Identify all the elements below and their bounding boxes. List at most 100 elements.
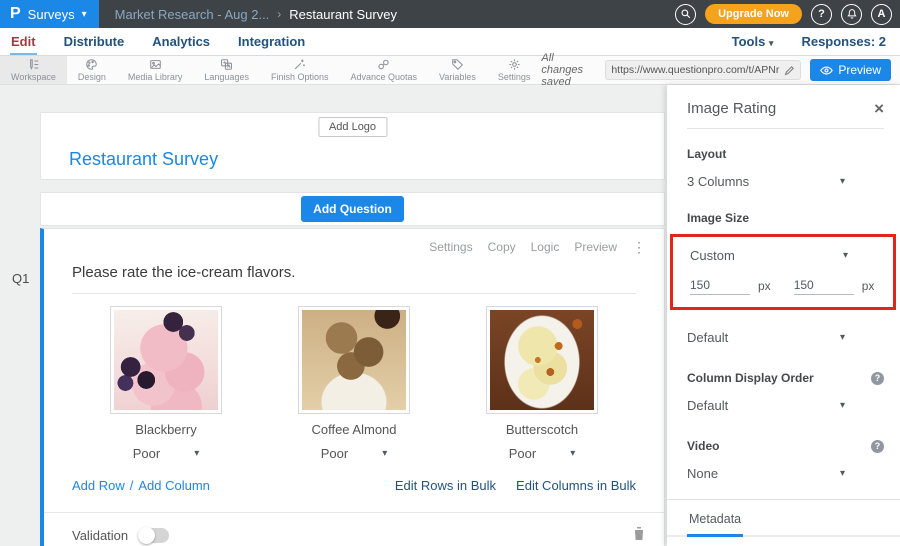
upgrade-now-button[interactable]: Upgrade Now [705,4,802,24]
question-card: Settings Copy Logic Preview ⋮ Please rat… [40,228,665,546]
flavor-label: Coffee Almond [311,422,396,437]
question-footer: Validation [44,512,664,546]
palette-icon [85,58,98,71]
workspace-icon [27,58,40,71]
tab-analytics[interactable]: Analytics [151,29,211,55]
chevron-down-icon: ▾ [840,176,845,187]
responses-count[interactable]: Responses: 2 [801,34,886,49]
toolbar-item-label: Media Library [128,72,183,82]
toolbar-item-languages[interactable]: Languages [193,56,260,84]
toolbar-item-media-library[interactable]: Media Library [117,56,194,84]
flavor-image-coffee-almond[interactable] [298,306,410,414]
secondary-dropdown[interactable]: Default ▾ [687,330,845,345]
breadcrumb-folder[interactable]: Market Research - Aug 2... [115,7,270,22]
gear-icon [508,58,521,71]
tag-icon [451,58,464,71]
add-row-link[interactable]: Add Row [72,478,125,493]
image-size-inputs: 150 px 150 px [690,278,881,295]
preview-button[interactable]: Preview [810,59,891,81]
validation-toggle[interactable] [138,528,169,543]
bulk-edit-links: Edit Rows in Bulk Edit Columns in Bulk [395,478,636,493]
layout-value: 3 Columns [687,174,749,189]
toolbar-item-finish-options[interactable]: Finish Options [260,56,340,84]
survey-url: https://www.questionpro.com/t/APNrFZ [611,64,780,76]
breadcrumb-survey[interactable]: Restaurant Survey [289,7,397,22]
panel-title: Image Rating [687,100,776,117]
delete-question-button[interactable] [632,525,646,546]
survey-url-input[interactable]: https://www.questionpro.com/t/APNrFZ [605,60,801,80]
blackberry-ice-cream-image [114,310,218,410]
column-display-order-value: Default [687,398,728,413]
workspace: Q1 Add Logo Restaurant Survey Add Questi… [0,85,900,546]
toolbar-item-label: Design [78,72,106,82]
flavor-column-butterscotch: Butterscotch Poor ▾ [448,306,636,461]
add-logo-button[interactable]: Add Logo [318,117,387,137]
column-display-order-dropdown[interactable]: Default ▾ [687,398,845,413]
tab-distribute[interactable]: Distribute [63,29,126,55]
image-size-mode-value: Custom [690,248,735,263]
toolbar-item-workspace[interactable]: Workspace [0,56,67,84]
add-column-link[interactable]: Add Column [138,478,210,493]
edit-columns-bulk-link[interactable]: Edit Columns in Bulk [516,478,636,493]
pencil-icon [784,65,795,76]
toolbar-item-variables[interactable]: Variables [428,56,487,84]
row-column-links: Add Row / Add Column Edit Rows in Bulk E… [44,461,664,493]
toolbar-item-settings[interactable]: Settings [487,56,542,84]
image-height-input[interactable]: 150 [794,278,854,295]
notifications-button[interactable] [841,4,862,25]
flavor-image-blackberry[interactable] [110,306,222,414]
tab-integration[interactable]: Integration [237,29,306,55]
tools-menu[interactable]: Tools ▾ [732,34,774,49]
rating-dropdown-coffee-almond[interactable]: Poor ▾ [321,446,388,461]
wand-icon [293,58,306,71]
question-actions: Settings Copy Logic Preview ⋮ [44,229,664,254]
editor-toolbar: Workspace Design Media Library Languages… [0,56,900,85]
layout-dropdown[interactable]: 3 Columns ▾ [687,174,845,189]
top-header-bar: P Surveys ▾ Market Research - Aug 2... ›… [0,0,900,28]
help-icon[interactable]: ? [871,372,884,385]
rating-dropdown-butterscotch[interactable]: Poor ▾ [509,446,576,461]
column-display-order-label: Column Display Order ? [687,371,884,385]
video-text: Video [687,439,719,453]
add-question-button[interactable]: Add Question [301,196,404,222]
flavor-label: Blackberry [135,422,196,437]
toolbar-item-design[interactable]: Design [67,56,117,84]
question-logic-link[interactable]: Logic [531,240,560,254]
video-dropdown[interactable]: None ▾ [687,466,845,481]
question-copy-link[interactable]: Copy [488,240,516,254]
edit-rows-bulk-link[interactable]: Edit Rows in Bulk [395,478,496,493]
nav-tabs: Edit Distribute Analytics Integration [10,29,306,55]
image-width-input[interactable]: 150 [690,278,750,295]
chevron-down-icon: ▾ [82,9,87,20]
question-text[interactable]: Please rate the ice-cream flavors. [44,254,664,293]
secondary-dropdown-value: Default [687,330,728,345]
tab-metadata[interactable]: Metadata [687,500,743,537]
eye-icon [820,64,833,77]
translate-icon [220,58,233,71]
help-button[interactable]: ? [811,4,832,25]
avatar[interactable]: A [871,4,892,25]
breadcrumb: Market Research - Aug 2... › Restaurant … [115,7,397,22]
flavor-image-butterscotch[interactable] [486,306,598,414]
question-preview-link[interactable]: Preview [574,240,617,254]
question-settings-link[interactable]: Settings [429,240,472,254]
flavor-column-coffee-almond: Coffee Almond Poor ▾ [260,306,448,461]
tools-label: Tools [732,34,766,49]
image-rating-settings-panel: Image Rating × Layout 3 Columns ▾ Image … [667,85,900,546]
questionpro-logo: P [10,6,21,22]
surveys-product-menu[interactable]: P Surveys ▾ [0,0,99,28]
toolbar-item-advance-quotas[interactable]: Advance Quotas [339,56,428,84]
toolbar-item-label: Variables [439,72,476,82]
help-icon[interactable]: ? [871,440,884,453]
search-button[interactable] [675,4,696,25]
toolbar-item-label: Advance Quotas [350,72,417,82]
image-size-highlight-box: Custom ▾ 150 px 150 px [670,234,896,310]
rating-dropdown-blackberry[interactable]: Poor ▾ [133,446,200,461]
toolbar-item-label: Settings [498,72,531,82]
image-size-mode-dropdown[interactable]: Custom ▾ [690,248,848,263]
chevron-down-icon: ▾ [570,448,575,459]
panel-header: Image Rating × [687,100,884,117]
close-icon[interactable]: × [874,100,884,117]
kebab-menu-icon[interactable]: ⋮ [632,240,646,254]
tab-edit[interactable]: Edit [10,29,37,55]
